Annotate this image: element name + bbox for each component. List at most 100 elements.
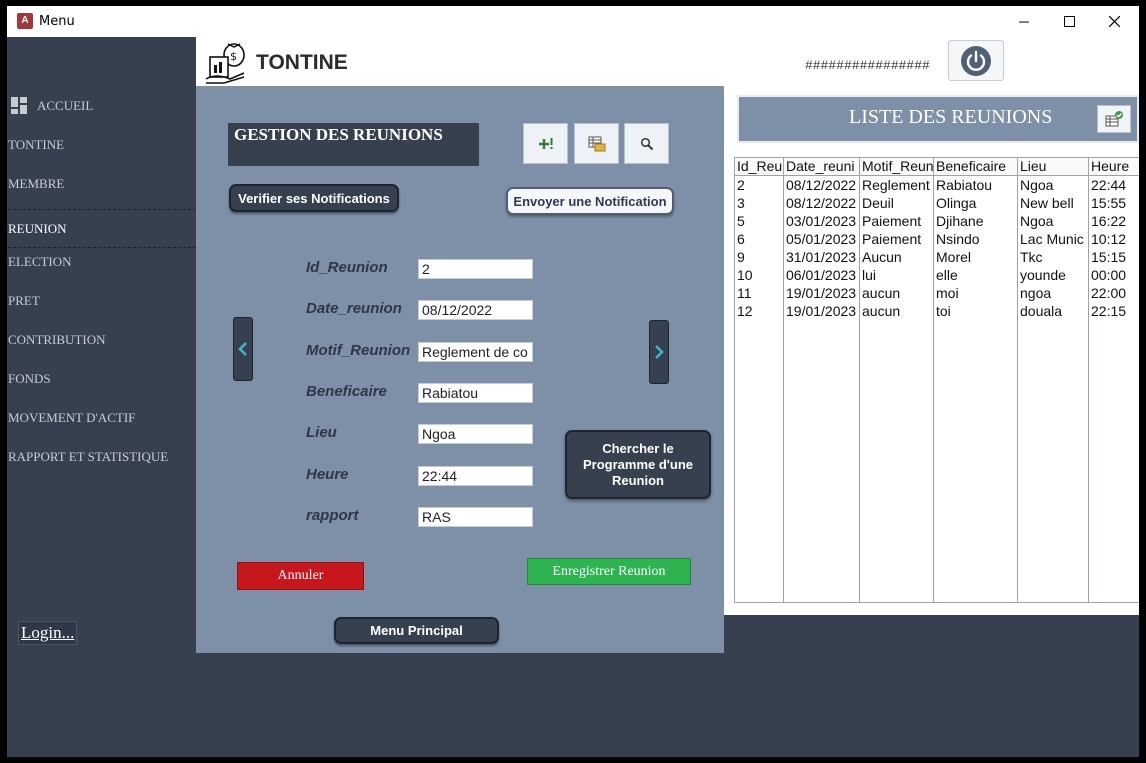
table-cell[interactable]: douala <box>1018 302 1088 320</box>
table-cell[interactable]: Paiement <box>860 230 933 248</box>
column-header[interactable]: Id_Reu <box>735 158 783 176</box>
table-cell[interactable]: Rabiatou <box>934 176 1017 194</box>
sidebar-item-contribution[interactable]: CONTRIBUTION <box>8 326 196 354</box>
table-cell[interactable]: lui <box>860 266 933 284</box>
sidebar-item-label: TONTINE <box>8 137 65 152</box>
table-cell[interactable]: 08/12/2022 <box>784 176 859 194</box>
sidebar-item-movement-actif[interactable]: MOVEMENT D'ACTIF <box>8 404 196 432</box>
rapport-field[interactable]: RAS <box>418 507 533 527</box>
table-cell[interactable]: Lac Munic <box>1018 230 1088 248</box>
column-header[interactable]: Heure <box>1089 158 1139 176</box>
export-button[interactable] <box>1097 105 1131 133</box>
lieu-field[interactable]: Ngoa <box>418 424 533 444</box>
app-window: A Menu $ TONTINE ################ ACCUEI… <box>7 6 1139 757</box>
beneficaire-label: Beneficaire <box>306 383 387 400</box>
sidebar-item-tontine[interactable]: TONTINE <box>8 131 196 159</box>
list-meetings-button[interactable] <box>574 123 619 164</box>
add-meeting-button[interactable] <box>523 123 568 164</box>
column-header[interactable]: Motif_Reun <box>860 158 933 176</box>
sidebar-item-election[interactable]: ELECTION <box>8 248 196 276</box>
column-header[interactable]: Date_reuni <box>784 158 859 176</box>
beneficaire-field[interactable]: Rabiatou <box>418 383 533 403</box>
table-cell[interactable]: Djihane <box>934 212 1017 230</box>
table-cell[interactable]: aucun <box>860 302 933 320</box>
sidebar-item-fonds[interactable]: FONDS <box>8 365 196 393</box>
sidebar-item-pret[interactable]: PRET <box>8 287 196 315</box>
minimize-button[interactable] <box>1001 6 1047 37</box>
table-cell[interactable]: 22:15 <box>1089 302 1139 320</box>
table-cell[interactable]: Aucun <box>860 248 933 266</box>
table-cell[interactable]: Nsindo <box>934 230 1017 248</box>
table-cell[interactable]: 31/01/2023 <box>784 248 859 266</box>
table-cell[interactable]: Reglement <box>860 176 933 194</box>
table-cell[interactable]: 22:00 <box>1089 284 1139 302</box>
table-cell[interactable]: Ngoa <box>1018 212 1088 230</box>
power-icon <box>961 45 991 76</box>
table-cell[interactable]: aucun <box>860 284 933 302</box>
table-cell[interactable]: Ngoa <box>1018 176 1088 194</box>
search-program-button[interactable]: Chercher le Programme d'une Reunion <box>565 430 711 499</box>
sidebar: ACCUEIL TONTINE MEMBRE REUNION ELECTION … <box>7 37 196 757</box>
column-header[interactable]: Lieu <box>1018 158 1088 176</box>
table-cell[interactable]: 00:00 <box>1089 266 1139 284</box>
table-cell[interactable]: Tkc <box>1018 248 1088 266</box>
table-cell[interactable]: Deuil <box>860 194 933 212</box>
table-column: Date_reuni 08/12/2022 08/12/2022 03/01/2… <box>784 158 860 602</box>
table-cell[interactable]: 10 <box>735 266 783 284</box>
check-notifications-button[interactable]: Verifier ses Notifications <box>229 184 399 212</box>
send-notification-button[interactable]: Envoyer une Notification <box>506 187 674 215</box>
form-title: GESTION DES REUNIONS <box>228 123 479 166</box>
table-cell[interactable]: moi <box>934 284 1017 302</box>
meeting-list-panel: LISTE DES REUNIONS Id_Reu 2 3 5 6 9 10 1… <box>724 86 1139 617</box>
table-cell[interactable]: 22:44 <box>1089 176 1139 194</box>
main-menu-button[interactable]: Menu Principal <box>334 617 499 644</box>
table-cell[interactable]: 03/01/2023 <box>784 212 859 230</box>
motif-reunion-label: Motif_Reunion <box>306 342 411 359</box>
meetings-table[interactable]: Id_Reu 2 3 5 6 9 10 11 12 Date_reuni 08/… <box>734 157 1139 603</box>
login-link[interactable]: Login... <box>18 621 78 645</box>
table-cell[interactable]: elle <box>934 266 1017 284</box>
sidebar-item-reunion[interactable]: REUNION <box>8 209 196 248</box>
table-cell[interactable]: Paiement <box>860 212 933 230</box>
sidebar-item-membre[interactable]: MEMBRE <box>8 170 196 198</box>
save-meeting-button[interactable]: Enregistrer Reunion <box>527 558 691 585</box>
table-cell[interactable]: 15:15 <box>1089 248 1139 266</box>
table-cell[interactable]: ngoa <box>1018 284 1088 302</box>
motif-reunion-field[interactable]: Reglement de co <box>418 342 533 362</box>
table-cell[interactable]: 3 <box>735 194 783 212</box>
maximize-button[interactable] <box>1046 6 1092 37</box>
table-cell[interactable]: 6 <box>735 230 783 248</box>
table-cell[interactable]: younde <box>1018 266 1088 284</box>
close-button[interactable] <box>1091 6 1137 37</box>
table-cell[interactable]: 08/12/2022 <box>784 194 859 212</box>
logout-button[interactable] <box>948 40 1004 81</box>
search-meeting-button[interactable] <box>624 123 669 164</box>
table-cell[interactable]: 15:55 <box>1089 194 1139 212</box>
table-cell[interactable]: 19/01/2023 <box>784 302 859 320</box>
table-cell[interactable]: Olinga <box>934 194 1017 212</box>
sidebar-item-rapport[interactable]: RAPPORT ET STATISTIQUE <box>8 443 196 471</box>
table-cell[interactable]: New bell <box>1018 194 1088 212</box>
next-record-button[interactable] <box>649 320 669 384</box>
table-cell[interactable]: 19/01/2023 <box>784 284 859 302</box>
table-column: Heure 22:44 15:55 16:22 10:12 15:15 00:0… <box>1089 158 1139 602</box>
previous-record-button[interactable] <box>233 317 253 381</box>
table-cell[interactable]: Morel <box>934 248 1017 266</box>
table-cell[interactable]: 16:22 <box>1089 212 1139 230</box>
id-reunion-field[interactable]: 2 <box>418 259 533 279</box>
table-cell[interactable]: 11 <box>735 284 783 302</box>
date-reunion-field[interactable]: 08/12/2022 <box>418 300 533 320</box>
table-cell[interactable]: 5 <box>735 212 783 230</box>
table-cell[interactable]: 9 <box>735 248 783 266</box>
table-cell[interactable]: 2 <box>735 176 783 194</box>
table-cell[interactable]: 05/01/2023 <box>784 230 859 248</box>
heure-field[interactable]: 22:44 <box>418 466 533 486</box>
table-cell[interactable]: 12 <box>735 302 783 320</box>
cancel-button[interactable]: Annuler <box>237 562 364 590</box>
table-cell[interactable]: 06/01/2023 <box>784 266 859 284</box>
table-cell[interactable]: toi <box>934 302 1017 320</box>
sidebar-item-accueil[interactable]: ACCUEIL <box>8 92 196 120</box>
table-cell[interactable]: 10:12 <box>1089 230 1139 248</box>
sidebar-item-label: CONTRIBUTION <box>8 332 106 347</box>
column-header[interactable]: Beneficaire <box>934 158 1017 176</box>
